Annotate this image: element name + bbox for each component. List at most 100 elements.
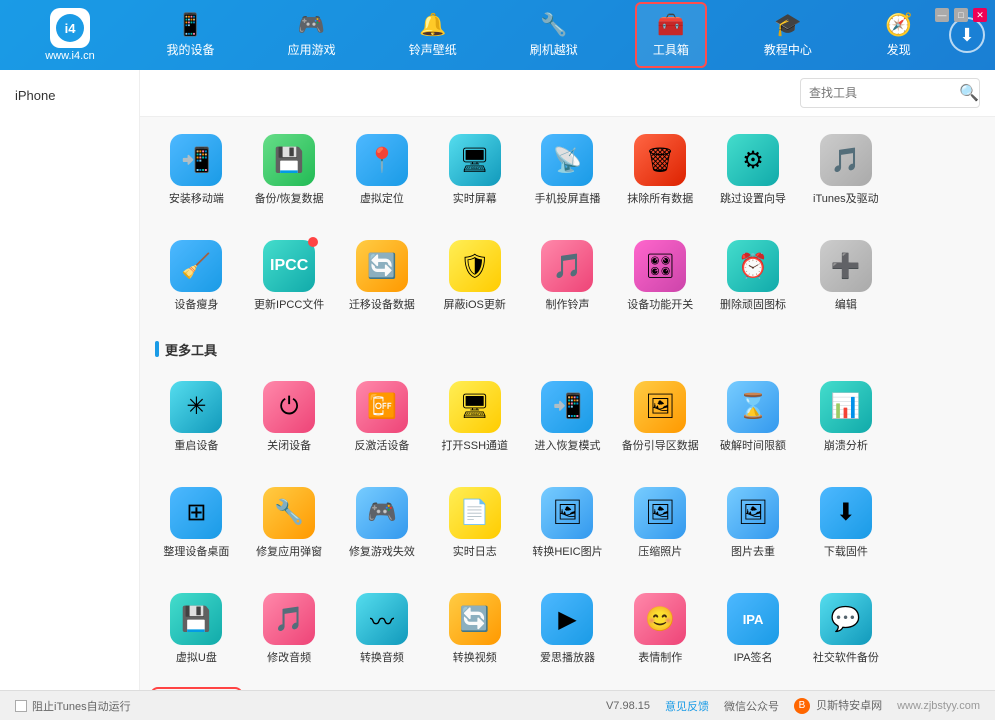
tool-ipa-sign[interactable]: IPA IPA签名 (707, 581, 800, 677)
device-slim-icon: 🧹 (170, 240, 222, 292)
tool-organize-desktop[interactable]: ⊞ 整理设备桌面 (150, 475, 243, 571)
remove-dup-icon: 🖼 (727, 487, 779, 539)
footer: 阻止iTunes自动运行 V7.98.15 意见反馈 微信公众号 B 贝斯特安卓… (0, 690, 995, 720)
fix-app-crash-icon: 🔧 (263, 487, 315, 539)
tool-device-slim[interactable]: 🧹 设备瘦身 (150, 228, 243, 324)
tool-deactivate[interactable]: 📴 反激活设备 (336, 369, 429, 465)
tool-fix-game[interactable]: 🎮 修复游戏失效 (336, 475, 429, 571)
tool-aisi-player[interactable]: ▶ 爱思播放器 (521, 581, 614, 677)
tool-itunes-drivers[interactable]: 🎵 iTunes及驱动 (799, 122, 892, 218)
screen-cast-icon: 📡 (541, 134, 593, 186)
screen-real-label: 实时屏幕 (453, 192, 497, 206)
tool-recovery[interactable]: 📲 进入恢复模式 (521, 369, 614, 465)
tool-social-backup[interactable]: 💬 社交软件备份 (799, 581, 892, 677)
main-area: 🔍 📲 安装移动端 💾 备份/恢复数据 📍 虚拟定位 🖥 实时屏幕 📡 (140, 70, 995, 690)
convert-heic-label: 转换HEIC图片 (532, 545, 602, 559)
minimize-button[interactable]: — (935, 8, 949, 22)
emoji-maker-label: 表情制作 (638, 651, 682, 665)
section6-grid: ⚙ 管理描述文件 (140, 682, 995, 690)
tool-fix-app-crash[interactable]: 🔧 修复应用弹窗 (243, 475, 336, 571)
tool-del-stubborn[interactable]: ⏰ 删除顽固图标 (707, 228, 800, 324)
version-label: V7.98.15 (606, 700, 650, 712)
wechat-label[interactable]: 微信公众号 (724, 698, 779, 714)
tool-remove-dup[interactable]: 🖼 图片去重 (707, 475, 800, 571)
nav-jailbreak[interactable]: 🔧 刷机越狱 (514, 4, 594, 66)
tool-convert-video[interactable]: 🔄 转换视频 (428, 581, 521, 677)
tool-compress-photos[interactable]: 🖼 压缩照片 (614, 475, 707, 571)
search-input[interactable] (809, 86, 959, 100)
top-bar: 🔍 (140, 70, 995, 117)
del-stubborn-icon: ⏰ (727, 240, 779, 292)
device-slim-label: 设备瘦身 (174, 298, 218, 312)
tool-erase-data[interactable]: 🗑 抹除所有数据 (614, 122, 707, 218)
tool-screen-cast[interactable]: 📡 手机投屏直播 (521, 122, 614, 218)
content-area: iPhone 🔍 📲 安装移动端 💾 备份/恢复数据 📍 虚拟定位 (0, 70, 995, 690)
make-ringtone-icon: 🎵 (541, 240, 593, 292)
nav-device-icon: 📱 (177, 12, 204, 38)
itunes-checkbox[interactable] (15, 700, 27, 712)
restart-icon: ✳ (170, 381, 222, 433)
tool-open-ssh[interactable]: 🖥 打开SSH通道 (428, 369, 521, 465)
modify-audio-icon: 🎵 (263, 593, 315, 645)
nav-apps-games[interactable]: 🎮 应用游戏 (272, 4, 352, 66)
tool-virtual-udisk[interactable]: 💾 虚拟U盘 (150, 581, 243, 677)
tool-device-toggle[interactable]: 🎛 设备功能开关 (614, 228, 707, 324)
nav-my-device[interactable]: 📱 我的设备 (151, 4, 231, 66)
tool-setup-wizard[interactable]: ⚙ 跳过设置向导 (707, 122, 800, 218)
open-ssh-label: 打开SSH通道 (441, 439, 508, 453)
tool-modify-audio[interactable]: 🎵 修改音频 (243, 581, 336, 677)
tool-update-ipcc[interactable]: IPCC 更新IPCC文件 (243, 228, 336, 324)
maximize-button[interactable]: □ (954, 8, 968, 22)
tool-install-mobile[interactable]: 📲 安装移动端 (150, 122, 243, 218)
section2-grid: 🧹 设备瘦身 IPCC 更新IPCC文件 🔄 迁移设备数据 🛡 屏蔽iOS更新 … (140, 223, 995, 329)
tool-backup-sector[interactable]: 🖼 备份引导区数据 (614, 369, 707, 465)
sidebar-item-iphone[interactable]: iPhone (0, 80, 139, 111)
tool-shield-ios[interactable]: 🛡 屏蔽iOS更新 (428, 228, 521, 324)
recovery-icon: 📲 (541, 381, 593, 433)
setup-wizard-icon: ⚙ (727, 134, 779, 186)
tool-backup-restore[interactable]: 💾 备份/恢复数据 (243, 122, 336, 218)
close-button[interactable]: ✕ (973, 8, 987, 22)
section-bar (155, 341, 159, 357)
nav-ringtones[interactable]: 🔔 铃声壁纸 (393, 4, 473, 66)
tool-virtual-location[interactable]: 📍 虚拟定位 (336, 122, 429, 218)
nav-toolbox[interactable]: 🧰 工具箱 (635, 2, 707, 68)
modify-audio-label: 修改音频 (267, 651, 311, 665)
tool-manage-profiles[interactable]: ⚙ 管理描述文件 (150, 687, 243, 690)
nav-discover[interactable]: 🧭 发现 (869, 4, 928, 66)
nav-tutorial-icon: 🎓 (774, 12, 801, 38)
partner-label[interactable]: B 贝斯特安卓网 (794, 697, 882, 714)
tool-convert-heic[interactable]: 🖼 转换HEIC图片 (521, 475, 614, 571)
tool-edit[interactable]: ➕ 编辑 (799, 228, 892, 324)
nav-jailbreak-icon: 🔧 (540, 12, 567, 38)
search-box[interactable]: 🔍 (800, 78, 980, 108)
tool-make-ringtone[interactable]: 🎵 制作铃声 (521, 228, 614, 324)
tool-screen-real[interactable]: 🖥 实时屏幕 (428, 122, 521, 218)
device-toggle-icon: 🎛 (634, 240, 686, 292)
tool-shutdown[interactable]: ⏻ 关闭设备 (243, 369, 336, 465)
tool-convert-audio[interactable]: 〰 转换音频 (336, 581, 429, 677)
svg-text:i4: i4 (65, 21, 77, 36)
nav-tutorial[interactable]: 🎓 教程中心 (748, 4, 828, 66)
aisi-player-label: 爱思播放器 (540, 651, 595, 665)
tool-break-time[interactable]: ⌛ 破解时间限额 (707, 369, 800, 465)
logo-icon: i4 (50, 8, 90, 48)
tool-real-log[interactable]: 📄 实时日志 (428, 475, 521, 571)
tool-crash-analysis[interactable]: 📊 崩溃分析 (799, 369, 892, 465)
itunes-drivers-icon: 🎵 (820, 134, 872, 186)
deactivate-icon: 📴 (356, 381, 408, 433)
download-button[interactable]: ⬇ (949, 17, 985, 53)
deactivate-label: 反激活设备 (354, 439, 409, 453)
tool-emoji-maker[interactable]: 😊 表情制作 (614, 581, 707, 677)
tool-restart[interactable]: ✳ 重启设备 (150, 369, 243, 465)
shutdown-icon: ⏻ (263, 381, 315, 433)
convert-heic-icon: 🖼 (541, 487, 593, 539)
tool-migrate-data[interactable]: 🔄 迁移设备数据 (336, 228, 429, 324)
tool-download-firmware[interactable]: ⬇ 下载固件 (799, 475, 892, 571)
nav-discover-icon: 🧭 (885, 12, 912, 38)
backup-sector-label: 备份引导区数据 (622, 439, 699, 453)
feedback-link[interactable]: 意见反馈 (665, 698, 709, 714)
nav-device-label: 我的设备 (167, 41, 215, 58)
header-right: ⬇ (949, 17, 985, 53)
organize-desktop-label: 整理设备桌面 (163, 545, 229, 559)
